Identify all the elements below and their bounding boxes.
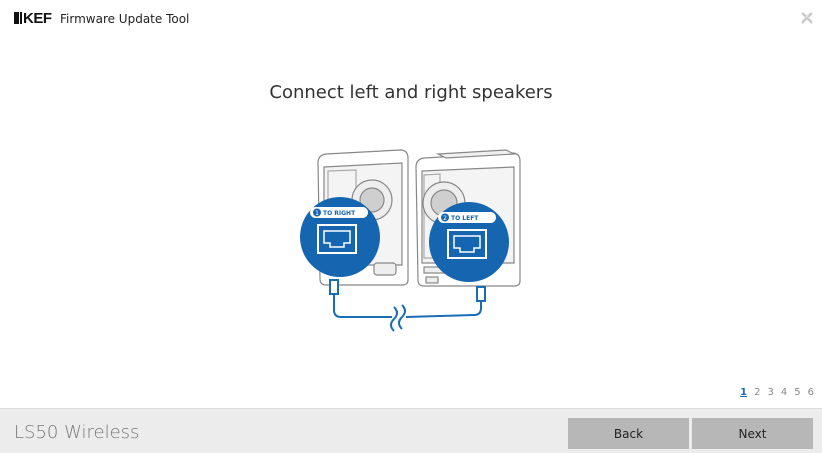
logo-text: KEF <box>23 10 52 27</box>
next-button[interactable]: Next <box>692 418 813 449</box>
page-link-4[interactable]: 4 <box>781 387 787 398</box>
title-bar: KEF Firmware Update Tool <box>0 0 822 40</box>
page-link-1[interactable]: 1 <box>740 387 747 398</box>
kef-logo: KEF <box>14 10 52 27</box>
to-right-label: TO RIGHT <box>323 210 356 217</box>
back-button[interactable]: Back <box>568 418 689 449</box>
page-link-6[interactable]: 6 <box>808 387 814 398</box>
page-link-3[interactable]: 3 <box>768 387 774 398</box>
to-right-callout: 1 TO RIGHT <box>300 197 380 277</box>
page-heading: Connect left and right speakers <box>269 82 553 103</box>
app-title: Firmware Update Tool <box>60 12 190 26</box>
close-icon[interactable] <box>800 11 814 25</box>
to-right-number: 1 <box>315 210 319 217</box>
page-link-5[interactable]: 5 <box>794 387 800 398</box>
to-left-callout: 2 TO LEFT <box>429 202 509 282</box>
ethernet-cable <box>329 279 486 332</box>
speaker-connection-illustration: 1 TO RIGHT 2 TO LEFT <box>300 149 521 332</box>
to-left-label: TO LEFT <box>451 215 479 222</box>
footer: LS50 Wireless Back Next <box>0 408 822 453</box>
page-link-2[interactable]: 2 <box>754 387 760 398</box>
step-pager: 123456 <box>733 387 814 398</box>
product-name: LS50 Wireless <box>14 422 140 443</box>
to-left-number: 2 <box>443 215 447 222</box>
